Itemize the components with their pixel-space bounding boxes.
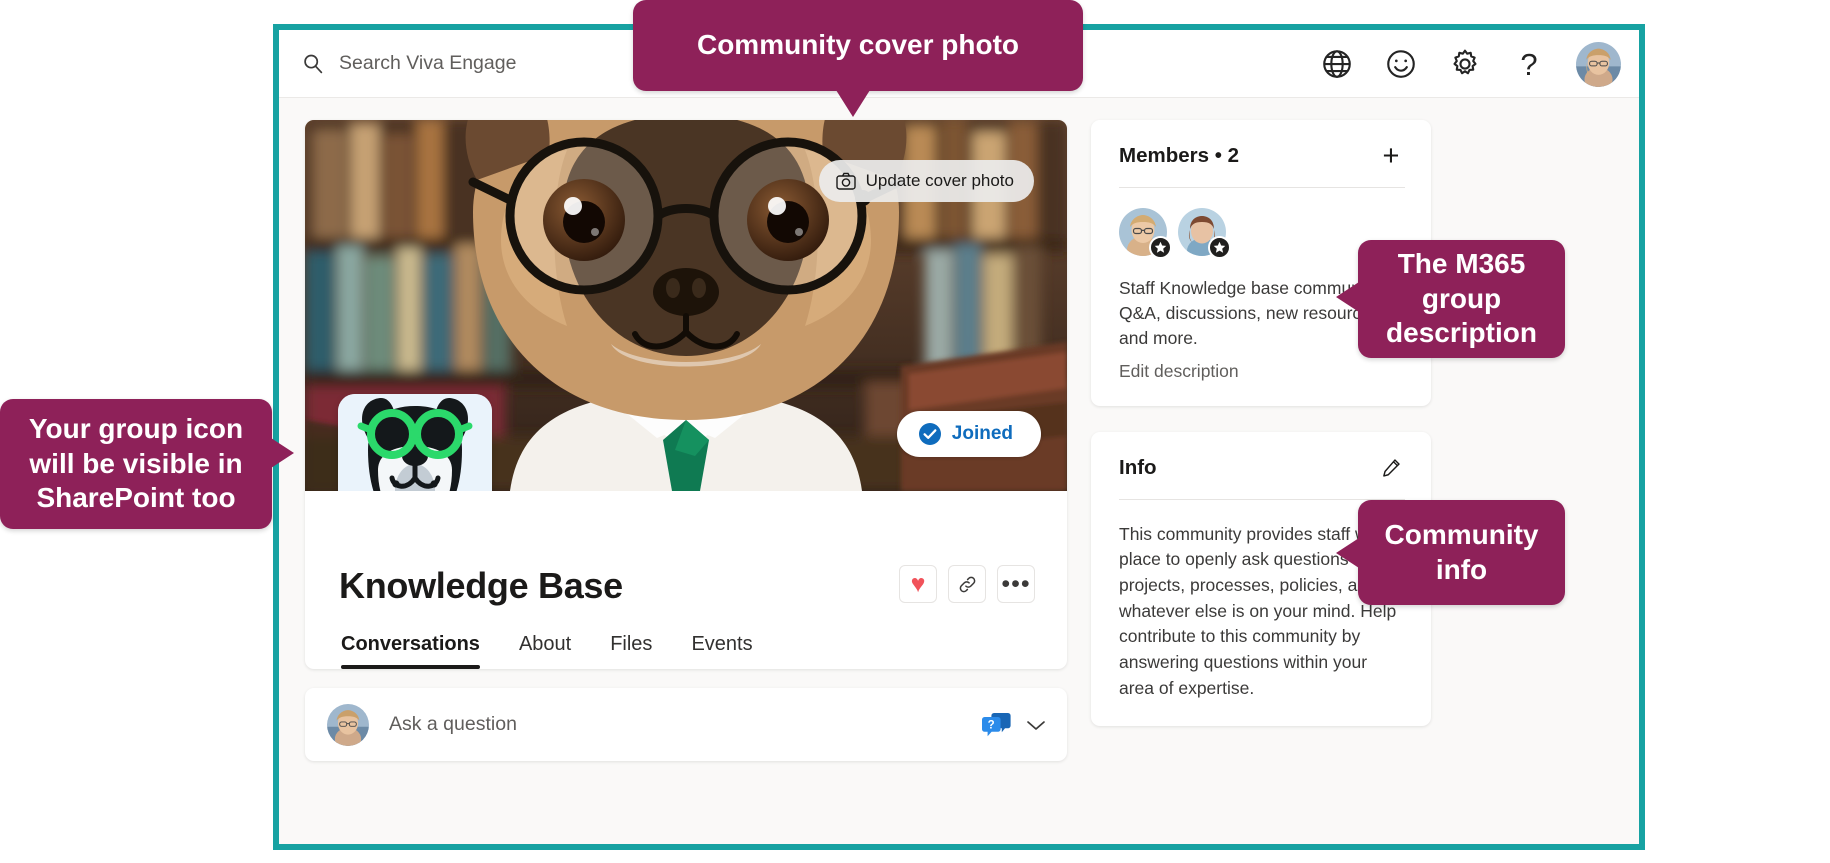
screenshot-root: ? — [0, 0, 1830, 863]
callout-group-icon-text: Your group icon will be visible in Share… — [28, 412, 244, 514]
link-icon[interactable] — [948, 565, 986, 603]
info-title: Info — [1119, 455, 1157, 479]
composer-actions: ? — [982, 711, 1047, 739]
tab-files-label: Files — [610, 633, 653, 655]
tab-conversations-label: Conversations — [341, 633, 480, 655]
heart-glyph: ♥ — [910, 569, 926, 598]
camera-icon — [835, 172, 856, 190]
member-avatar-1[interactable] — [1119, 208, 1172, 259]
svg-text:?: ? — [988, 719, 995, 731]
members-title: Members — [1119, 144, 1210, 167]
group-icon-tile[interactable] — [338, 394, 492, 491]
right-rail: Members • 2 + Staff Knowledge base commu… — [1091, 120, 1431, 726]
search-icon — [301, 52, 325, 76]
star-badge — [1149, 236, 1172, 259]
user-avatar[interactable] — [1576, 41, 1621, 87]
joined-button[interactable]: Joined — [896, 411, 1041, 457]
callout-cover-photo-text: Community cover photo — [696, 29, 1019, 61]
tab-about-label: About — [518, 633, 572, 655]
more-options-icon[interactable]: ••• — [997, 565, 1035, 603]
update-cover-photo-label: Update cover photo — [865, 171, 1014, 190]
members-separator: • — [1214, 144, 1222, 167]
question-mark-glyph: ? — [1520, 46, 1538, 82]
community-tabs: Conversations About Files Events — [339, 633, 1037, 669]
callout-community-info-text: Community info — [1384, 518, 1539, 585]
members-panel-header: Members • 2 + — [1119, 139, 1405, 172]
star-badge — [1208, 236, 1231, 259]
pencil-icon[interactable] — [1377, 454, 1405, 482]
members-divider — [1119, 187, 1405, 188]
post-composer[interactable]: ? — [305, 688, 1067, 761]
smiley-icon[interactable] — [1384, 47, 1418, 81]
tab-events[interactable]: Events — [691, 633, 752, 669]
header-actions: ? — [1320, 30, 1621, 98]
info-panel-header: Info — [1119, 454, 1405, 482]
chevron-down-icon[interactable] — [1025, 718, 1047, 732]
member-avatar-2[interactable] — [1178, 208, 1231, 259]
community-hero-card: Update cover photo Joined Knowledge Base… — [305, 120, 1067, 669]
heart-icon[interactable]: ♥ — [899, 565, 937, 603]
members-count: 2 — [1227, 144, 1240, 167]
more-options-glyph: ••• — [1001, 569, 1031, 598]
app-body: Update cover photo Joined Knowledge Base… — [279, 98, 1639, 844]
tab-files[interactable]: Files — [610, 633, 652, 669]
composer-avatar — [327, 703, 369, 746]
edit-description-link[interactable]: Edit description — [1119, 361, 1239, 382]
plus-icon: + — [1382, 139, 1400, 172]
callout-group-description: The M365 group description — [1336, 240, 1565, 358]
members-title-group: Members • 2 — [1119, 144, 1239, 168]
update-cover-photo-button[interactable]: Update cover photo — [818, 160, 1034, 202]
question-bubble-icon[interactable]: ? — [982, 711, 1012, 739]
callout-group-icon: Your group icon will be visible in Share… — [0, 399, 294, 529]
question-mark-icon[interactable]: ? — [1512, 47, 1546, 81]
community-title-actions: ♥ ••• — [899, 565, 1035, 603]
viva-engage-window: ? — [273, 24, 1645, 850]
ask-question-input[interactable] — [389, 713, 982, 736]
tab-conversations[interactable]: Conversations — [341, 633, 480, 669]
community-identity: Knowledge Base ♥ ••• Conversations About… — [305, 491, 1067, 669]
globe-icon[interactable] — [1320, 47, 1354, 81]
cover-photo-region: Update cover photo Joined — [305, 120, 1067, 491]
info-divider — [1119, 498, 1405, 500]
callout-cover-photo: Community cover photo — [633, 0, 1083, 117]
main-column: Update cover photo Joined Knowledge Base… — [305, 120, 1067, 761]
gear-icon[interactable] — [1448, 47, 1482, 81]
add-member-button[interactable]: + — [1377, 139, 1405, 172]
callout-community-info: Community info — [1336, 500, 1565, 605]
tab-events-label: Events — [691, 633, 753, 655]
callout-group-description-text: The M365 group description — [1386, 247, 1537, 349]
joined-label: Joined — [951, 423, 1013, 444]
tab-about[interactable]: About — [519, 633, 571, 669]
check-circle-icon — [918, 423, 941, 445]
